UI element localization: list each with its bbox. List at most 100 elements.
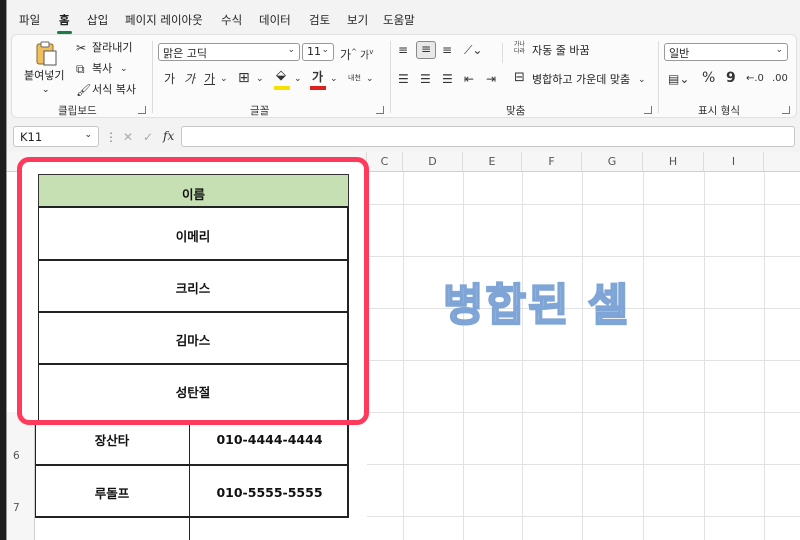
copy-icon[interactable]: ⧉	[76, 62, 85, 76]
align-middle-icon[interactable]: ≡	[416, 41, 436, 59]
column-header-f[interactable]: F	[522, 152, 582, 172]
align-center-icon[interactable]: ☰	[420, 72, 431, 86]
name-box[interactable]: K11 ⌄	[13, 126, 99, 147]
underline-dropdown-icon[interactable]: ⌄	[220, 72, 228, 86]
gridline	[367, 256, 800, 257]
copy-dropdown-icon[interactable]: ⌄	[120, 62, 128, 76]
alignment-launcher-icon[interactable]	[644, 106, 652, 114]
tab-insert[interactable]: 삽입	[87, 12, 108, 28]
column-header-d[interactable]: D	[403, 152, 463, 172]
cancel-icon[interactable]: ✕	[123, 130, 133, 144]
font-launcher-icon[interactable]	[376, 106, 384, 114]
font-color-icon[interactable]: 가	[312, 70, 323, 84]
column-header-j[interactable]	[764, 152, 800, 172]
column-header-i[interactable]: I	[704, 152, 764, 172]
shrink-font-label: 가	[360, 50, 370, 62]
formula-bar: K11 ⌄ ⋮ ✕ ✓ fx	[11, 124, 797, 148]
table-cell-phone[interactable]: 010-4444-4444	[190, 432, 349, 447]
shrink-font-icon[interactable]: 가v	[360, 45, 373, 63]
align-top-icon[interactable]: ≡	[398, 43, 408, 57]
phonetic-icon[interactable]: 내천	[348, 71, 361, 85]
formula-input[interactable]	[181, 126, 795, 147]
name-cell[interactable]: 이메리	[39, 226, 347, 245]
column-header-c[interactable]: C	[367, 152, 403, 172]
fill-color-icon[interactable]: ⬙	[276, 69, 286, 83]
column-header-e[interactable]: E	[463, 152, 522, 172]
fill-dropdown-icon[interactable]: ⌄	[294, 72, 302, 86]
increase-decimal-icon[interactable]: ←.0	[746, 72, 764, 86]
merge-center-icon[interactable]: ⊟	[514, 71, 525, 85]
clipboard-launcher-icon[interactable]	[138, 106, 146, 114]
number-format-select[interactable]: 일반 ⌄	[664, 43, 788, 61]
gridline	[367, 360, 800, 361]
comma-button[interactable]: 9	[726, 71, 736, 85]
merge-dropdown-icon[interactable]: ⌄	[638, 73, 646, 87]
name-column: 이메리 크리스 김마스 성탄절	[38, 208, 349, 420]
copy-button[interactable]: 복사	[92, 62, 112, 76]
orientation-icon[interactable]: ⟋⌄	[464, 43, 482, 57]
column-header-g[interactable]: G	[582, 152, 643, 172]
divider	[658, 41, 659, 113]
header-cell[interactable]: 이름	[38, 174, 349, 208]
format-painter-icon[interactable]: 🖌	[76, 83, 91, 97]
number-launcher-icon[interactable]	[782, 106, 790, 114]
tab-help[interactable]: 도움말	[383, 12, 415, 28]
gridline	[367, 412, 800, 413]
wrap-text-button[interactable]: 자동 줄 바꿈	[532, 44, 590, 58]
font-name-select[interactable]: 맑은 고딕 ⌄	[158, 43, 300, 61]
grow-font-icon[interactable]: 가^	[340, 45, 357, 62]
bold-button[interactable]: 가	[164, 72, 175, 86]
align-right-icon[interactable]: ☰	[442, 72, 453, 86]
name-cell[interactable]: 성탄절	[39, 382, 347, 401]
paste-button[interactable]: 붙여넣기	[24, 69, 64, 83]
tab-formulas[interactable]: 수식	[221, 12, 242, 28]
more-options-icon[interactable]: ⋮	[105, 130, 117, 144]
underline-button[interactable]: 가	[204, 72, 215, 86]
border-icon[interactable]: ⊞	[238, 71, 250, 85]
table-cell-phone[interactable]: 010-5555-5555	[190, 485, 349, 500]
tab-review[interactable]: 검토	[309, 12, 330, 28]
chevron-down-icon: ⌄	[84, 130, 92, 140]
format-painter-button[interactable]: 서식 복사	[92, 83, 136, 97]
paste-icon[interactable]	[34, 41, 58, 67]
font-color-dropdown-icon[interactable]: ⌄	[330, 72, 338, 86]
name-cell[interactable]: 김마스	[39, 330, 347, 349]
excel-window: 파일 홈 삽입 페이지 레이아웃 수식 데이터 검토 보기 도움말 붙여넣기 ⌄…	[6, 0, 800, 540]
align-left-icon[interactable]: ☰	[398, 72, 409, 86]
table-cell-name[interactable]: 루돌프	[35, 483, 189, 502]
font-size-select[interactable]: 11 ⌄	[302, 43, 334, 61]
scissors-icon[interactable]: ✂	[76, 41, 86, 55]
wrap-text-icon: 가나다라	[514, 41, 526, 55]
tab-home[interactable]: 홈	[57, 12, 72, 34]
decrease-indent-icon[interactable]: ⇤	[464, 72, 474, 86]
name-cell[interactable]: 크리스	[39, 278, 347, 297]
border-dropdown-icon[interactable]: ⌄	[256, 72, 264, 86]
currency-icon[interactable]: ▤⌄	[668, 72, 689, 86]
phonetic-dropdown-icon[interactable]: ⌄	[366, 72, 374, 86]
tab-file[interactable]: 파일	[19, 12, 40, 28]
increase-indent-icon[interactable]: ⇥	[486, 72, 496, 86]
tab-view[interactable]: 보기	[347, 12, 368, 28]
row-divider	[39, 259, 347, 261]
gridline	[403, 172, 404, 540]
table-cell-name[interactable]: 장산타	[35, 430, 189, 449]
column-header-h[interactable]: H	[643, 152, 704, 172]
italic-button[interactable]: 가	[184, 72, 195, 86]
decrease-decimal-icon[interactable]: .00	[772, 72, 788, 86]
paste-dropdown-icon[interactable]: ⌄	[42, 83, 50, 97]
cut-button[interactable]: 잘라내기	[92, 41, 132, 55]
enter-icon[interactable]: ✓	[143, 130, 153, 144]
percent-button[interactable]: %	[702, 71, 715, 85]
row-header-8[interactable]	[7, 516, 35, 540]
merged-cell-caption: 병합된 셀	[442, 279, 631, 332]
insert-function-icon[interactable]: fx	[163, 129, 174, 143]
tab-data[interactable]: 데이터	[259, 12, 291, 28]
merged-cell-highlight: 이름 이메리 크리스 김마스 성탄절	[17, 157, 369, 425]
tab-page-layout[interactable]: 페이지 레이아웃	[125, 12, 203, 28]
gridline	[764, 172, 765, 540]
chevron-down-icon: ⌄	[775, 45, 783, 55]
row-header-7[interactable]: 7	[7, 464, 35, 516]
align-bottom-icon[interactable]: ≡	[442, 43, 452, 57]
merge-center-button[interactable]: 병합하고 가운데 맞춤	[532, 73, 630, 87]
data-table-lower: 장산타 010-4444-4444 루돌프 010-5555-5555	[35, 412, 349, 540]
